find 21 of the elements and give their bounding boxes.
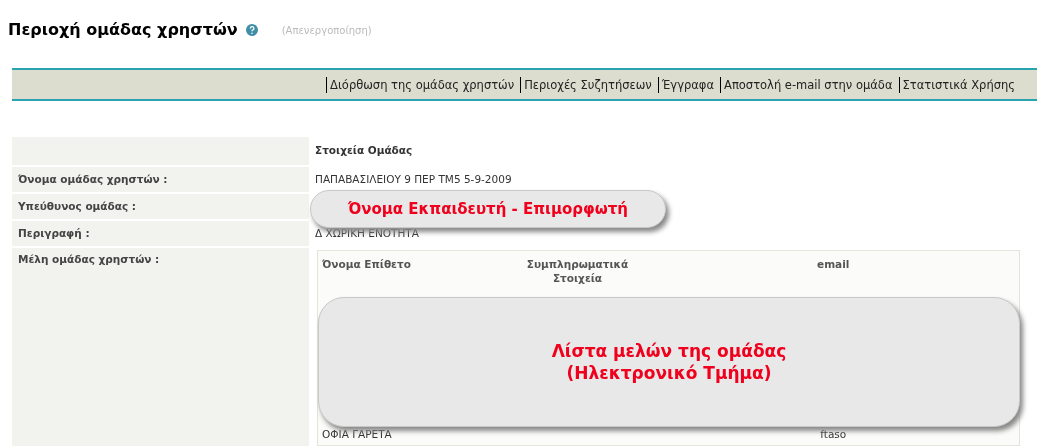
table-cell: ftaso	[647, 425, 1020, 446]
nav-link[interactable]: Στατιστικά Χρήσης	[898, 76, 1021, 93]
nav-link[interactable]: Περιοχές Συζητήσεων	[520, 76, 658, 93]
field-label: Μέλη ομάδας χρηστών :	[18, 253, 160, 265]
nav-link[interactable]: Έγγραφα	[657, 76, 720, 93]
help-icon[interactable]	[245, 24, 258, 36]
column-header: email	[647, 250, 1020, 287]
field-value: Δ ΧΩΡΙΚΗ ΕΝΟΤΗΤΑ	[315, 226, 419, 239]
column-header: Όνομα Επίθετο	[317, 250, 508, 287]
page-title: Περιοχή ομάδας χρηστών	[8, 19, 238, 41]
nav-link[interactable]: Διόρθωση της ομάδας χρηστών	[326, 76, 521, 93]
section-heading: Στοιχεία Ομάδας	[315, 144, 413, 157]
column-header: Συμπληρωματικά Στοιχεία	[507, 250, 648, 287]
field-label: Όνομα ομάδας χρηστών :	[18, 172, 168, 185]
table-cell: ΟΦΙΑ ΓΑΡΕΤΑ	[317, 425, 508, 446]
field-label: Περιγραφή :	[18, 226, 90, 239]
nav-link[interactable]: Αποστολή e-mail στην ομάδα	[720, 76, 899, 93]
field-value: ΠΑΠΑΒΑΣΙΛΕΙΟΥ 9 ΠΕΡ ΤΜ5 5-9-2009	[315, 172, 512, 185]
callout: Λίστα μελών της ομάδας (Ηλεκτρονικό Τμήμα)	[318, 297, 1020, 427]
field-label: Υπεύθυνος ομάδας :	[18, 199, 137, 212]
callout: Όνομα Εκπαιδευτή - Επιμορφωτή	[310, 190, 666, 228]
